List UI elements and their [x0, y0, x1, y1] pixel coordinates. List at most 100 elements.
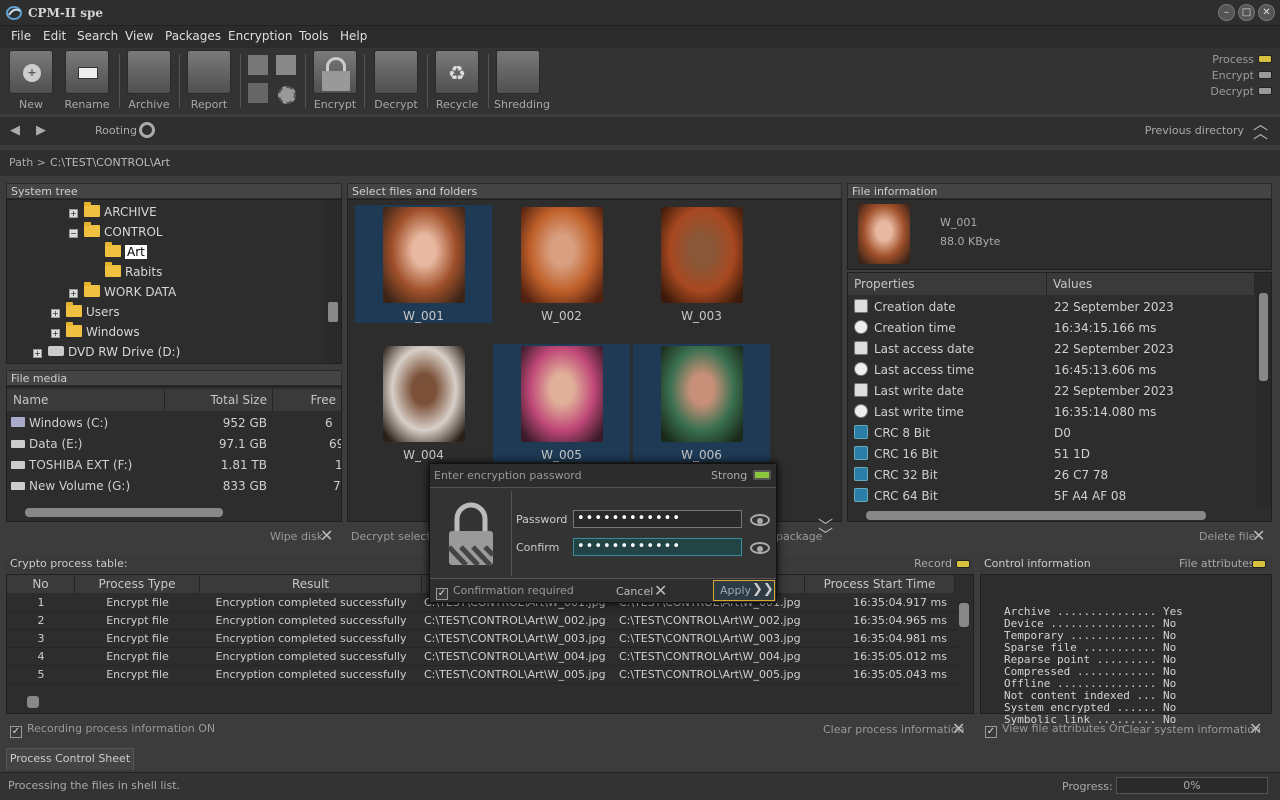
scrollbar-thumb[interactable]: [959, 603, 969, 627]
delete-file-button[interactable]: Delete file: [1199, 530, 1255, 543]
recording-checkbox[interactable]: ✓: [10, 726, 22, 738]
thumbnail-w001[interactable]: W_001: [355, 205, 492, 323]
confirmation-checkbox[interactable]: ✓: [436, 588, 448, 600]
close-button[interactable]: ✕: [1258, 4, 1275, 21]
horizontal-scrollbar[interactable]: [25, 508, 223, 517]
property-row[interactable]: Creation time 16:34:15.166 ms: [854, 318, 1254, 339]
rename-button[interactable]: Rename: [64, 50, 110, 112]
column-free[interactable]: Free: [273, 389, 341, 411]
forward-arrow-icon[interactable]: ▶: [36, 123, 46, 138]
collapse-icon[interactable]: −: [69, 229, 78, 238]
column-result[interactable]: Result: [200, 575, 422, 593]
property-row[interactable]: CRC 16 Bit 51 1D: [854, 444, 1254, 465]
maximize-button[interactable]: □: [1238, 4, 1255, 21]
cancel-button[interactable]: Cancel: [616, 585, 653, 598]
menu-view[interactable]: View: [125, 29, 153, 43]
double-chevron-down-icon[interactable]: ﹀ ﹀: [818, 519, 833, 543]
view-attributes-toggle[interactable]: ✓ View file attributes On: [985, 722, 1125, 738]
double-chevron-up-icon[interactable]: ︿ ︿: [1253, 117, 1268, 141]
previous-directory-label[interactable]: Previous directory: [1145, 124, 1244, 137]
clear-process-x-icon[interactable]: ✕: [952, 719, 965, 738]
menu-file[interactable]: File: [11, 29, 31, 43]
column-name[interactable]: Name: [7, 389, 165, 411]
tree-item-control[interactable]: − CONTROL: [69, 222, 163, 245]
tree-item-rabits[interactable]: Rabits: [105, 262, 162, 285]
property-row[interactable]: Last write date 22 September 2023: [854, 381, 1254, 402]
clear-system-button[interactable]: Clear system information: [1122, 723, 1261, 736]
expand-icon[interactable]: +: [33, 349, 42, 358]
crypto-row[interactable]: 2 Encrypt file Encryption completed succes…: [7, 612, 957, 630]
thumbnail-w004[interactable]: W_004: [355, 344, 492, 462]
horizontal-scrollbar[interactable]: [866, 511, 1206, 520]
thumbnail-w006[interactable]: W_006: [633, 344, 770, 462]
crypto-row[interactable]: 4 Encrypt file Encryption completed succes…: [7, 648, 957, 666]
drive-row[interactable]: Data (E:)97.1 GB69: [7, 434, 341, 455]
tree-item-archive[interactable]: + ARCHIVE: [69, 202, 157, 225]
property-row[interactable]: CRC 8 Bit D0: [854, 423, 1254, 444]
recording-toggle[interactable]: ✓ Recording process information ON: [10, 722, 215, 738]
scrollbar-thumb[interactable]: [1259, 293, 1268, 381]
tree-item-dvd-drive[interactable]: + DVD RW Drive (D:): [33, 345, 180, 365]
property-row[interactable]: CRC 64 Bit 5F A4 AF 08: [854, 486, 1254, 507]
tab-process-control-sheet[interactable]: Process Control Sheet: [6, 748, 134, 770]
property-row[interactable]: CRC 32 Bit 26 C7 78: [854, 465, 1254, 486]
gear-icon[interactable]: [278, 86, 296, 104]
drive-row[interactable]: New Volume (G:) 833 GB 7: [7, 476, 341, 497]
minimize-button[interactable]: –: [1218, 4, 1235, 21]
back-arrow-icon[interactable]: ◀: [10, 123, 20, 138]
column-values[interactable]: Values: [1047, 273, 1255, 295]
clear-process-button[interactable]: Clear process information: [823, 723, 965, 736]
column-no[interactable]: No: [7, 575, 75, 593]
report-button[interactable]: Report: [186, 50, 232, 112]
record-led[interactable]: [956, 560, 970, 568]
expand-icon[interactable]: +: [51, 329, 60, 338]
delete-x-icon[interactable]: ✕: [1252, 526, 1265, 545]
menu-packages[interactable]: Packages: [165, 29, 221, 43]
property-row[interactable]: Last write time 16:35:14.080 ms: [854, 402, 1254, 423]
view-attributes-checkbox[interactable]: ✓: [985, 726, 997, 738]
checklist-icon[interactable]: [275, 54, 297, 76]
clear-system-x-icon[interactable]: ✕: [1249, 719, 1262, 738]
grid-view-icon[interactable]: [247, 54, 269, 76]
show-confirm-eye-icon[interactable]: [750, 542, 770, 554]
refresh-icon[interactable]: [139, 122, 155, 138]
property-row[interactable]: Last access date 22 September 2023: [854, 339, 1254, 360]
wipe-disk-button[interactable]: Wipe disk: [270, 530, 323, 543]
column-properties[interactable]: Properties: [848, 273, 1047, 295]
expand-icon[interactable]: +: [69, 289, 78, 298]
menu-edit[interactable]: Edit: [43, 29, 66, 43]
cancel-x-icon[interactable]: ✕: [654, 581, 667, 600]
drive-row[interactable]: Windows (C:) 952 GB 6: [7, 413, 341, 434]
confirm-field[interactable]: ••••••••••••: [573, 538, 742, 556]
tree-scrollbar[interactable]: [325, 200, 341, 363]
expand-icon[interactable]: +: [51, 309, 60, 318]
menu-tools[interactable]: Tools: [299, 29, 329, 43]
recycle-button[interactable]: ♻ Recycle: [434, 50, 480, 112]
apply-button[interactable]: Apply ❯❯: [713, 580, 775, 601]
scrollbar-thumb[interactable]: [328, 302, 338, 322]
thumbnail-w003[interactable]: W_003: [633, 205, 770, 323]
horizontal-scrollbar[interactable]: [27, 696, 39, 708]
properties-scrollbar[interactable]: [1256, 273, 1271, 506]
package-button[interactable]: package: [776, 530, 822, 543]
tree-item-users[interactable]: + Users: [51, 302, 120, 325]
property-row[interactable]: Creation date 22 September 2023: [854, 297, 1254, 318]
rooting-label[interactable]: Rooting: [95, 124, 137, 137]
menu-encryption[interactable]: Encryption: [228, 29, 292, 43]
archive-button[interactable]: Archive: [126, 50, 172, 112]
file-attributes-led[interactable]: [1252, 560, 1266, 568]
encrypt-button[interactable]: Encrypt: [312, 50, 358, 112]
drive-row[interactable]: TOSHIBA EXT (F:)1.81 TB1.: [7, 455, 341, 476]
property-row[interactable]: Last access time 16:45:13.606 ms: [854, 360, 1254, 381]
tree-item-work-data[interactable]: + WORK DATA: [69, 282, 176, 305]
column-total-size[interactable]: Total Size: [165, 389, 273, 411]
password-field[interactable]: ••••••••••••: [573, 510, 742, 528]
new-button[interactable]: + New: [8, 50, 54, 112]
crypto-row[interactable]: 3 Encrypt file Encryption completed succes…: [7, 630, 957, 648]
tree-item-windows[interactable]: + Windows: [51, 322, 140, 345]
thumbnail-w002[interactable]: W_002: [493, 205, 630, 323]
menu-help[interactable]: Help: [340, 29, 367, 43]
decrypt-button[interactable]: Decrypt: [373, 50, 419, 112]
file-stack-icon[interactable]: [247, 82, 269, 104]
crypto-row[interactable]: 5 Encrypt file Encryption completed succes…: [7, 666, 957, 684]
